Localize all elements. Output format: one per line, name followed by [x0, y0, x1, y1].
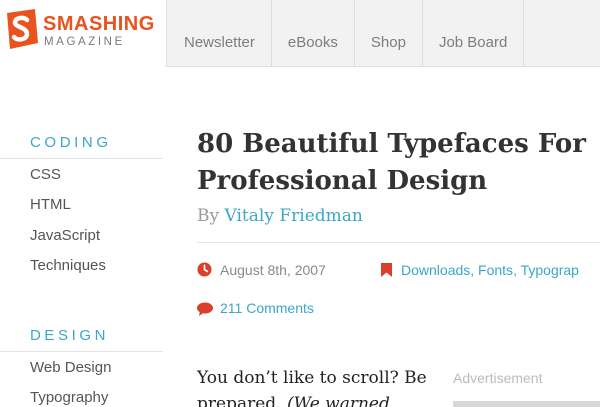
nav-shop[interactable]: Shop: [355, 0, 423, 67]
body-line: prepared. (We warned: [197, 391, 437, 407]
site-header: SMASHING MAGAZINE Newsletter eBooks Shop…: [0, 0, 600, 67]
body-text-italic: (We warned: [286, 394, 390, 407]
site-logo[interactable]: SMASHING MAGAZINE: [0, 0, 167, 67]
sidebar-link-web-design[interactable]: Web Design: [30, 359, 111, 376]
logo-subtitle: MAGAZINE: [44, 36, 125, 48]
nav-ebooks[interactable]: eBooks: [272, 0, 355, 67]
article-title: 80 Beautiful Typefaces For Professional …: [197, 126, 600, 200]
nav-job-board[interactable]: Job Board: [423, 0, 525, 67]
smashing-logo-icon: [7, 9, 38, 49]
category-title-design: DESIGN: [30, 327, 110, 344]
clock-icon: [197, 262, 212, 277]
comment-icon: [197, 302, 213, 316]
article-title-line: Professional Design: [197, 166, 488, 196]
article-body: You don’t like to scroll? Be prepared. (…: [197, 365, 437, 407]
advertisement-label: Advertisement: [453, 370, 543, 386]
bookmark-icon: [381, 263, 392, 277]
byline: By Vitaly Friedman: [197, 206, 363, 226]
category-title-coding: CODING: [30, 134, 112, 151]
article-title-line: 80 Beautiful Typefaces For: [197, 129, 586, 159]
meta-divider: [197, 242, 600, 243]
logo-wordmark: SMASHING: [43, 13, 155, 35]
nav-newsletter[interactable]: Newsletter: [167, 0, 272, 67]
sidebar-link-javascript[interactable]: JavaScript: [30, 227, 100, 244]
byline-prefix: By: [197, 206, 220, 226]
advertisement-box[interactable]: [453, 401, 600, 407]
tag-link-typography[interactable]: Typograp: [521, 262, 579, 278]
main-nav: Newsletter eBooks Shop Job Board: [167, 0, 525, 67]
body-line: You don’t like to scroll? Be: [197, 368, 427, 388]
tag-link-fonts[interactable]: Fonts: [478, 262, 513, 278]
sidebar-link-techniques[interactable]: Techniques: [30, 257, 106, 274]
author-link[interactable]: Vitaly Friedman: [225, 206, 363, 226]
category-divider: [0, 158, 163, 159]
body-text-plain: prepared.: [197, 394, 287, 407]
tag-link-downloads[interactable]: Downloads: [401, 262, 470, 278]
tag-list: Downloads, Fonts, Typograp: [401, 262, 579, 278]
comments-link[interactable]: 211 Comments: [220, 300, 314, 316]
sidebar-link-css[interactable]: CSS: [30, 166, 61, 183]
sidebar-link-html[interactable]: HTML: [30, 196, 71, 213]
publish-date: August 8th, 2007: [220, 262, 326, 278]
sidebar-link-typography[interactable]: Typography: [30, 389, 108, 406]
category-divider: [0, 351, 163, 352]
